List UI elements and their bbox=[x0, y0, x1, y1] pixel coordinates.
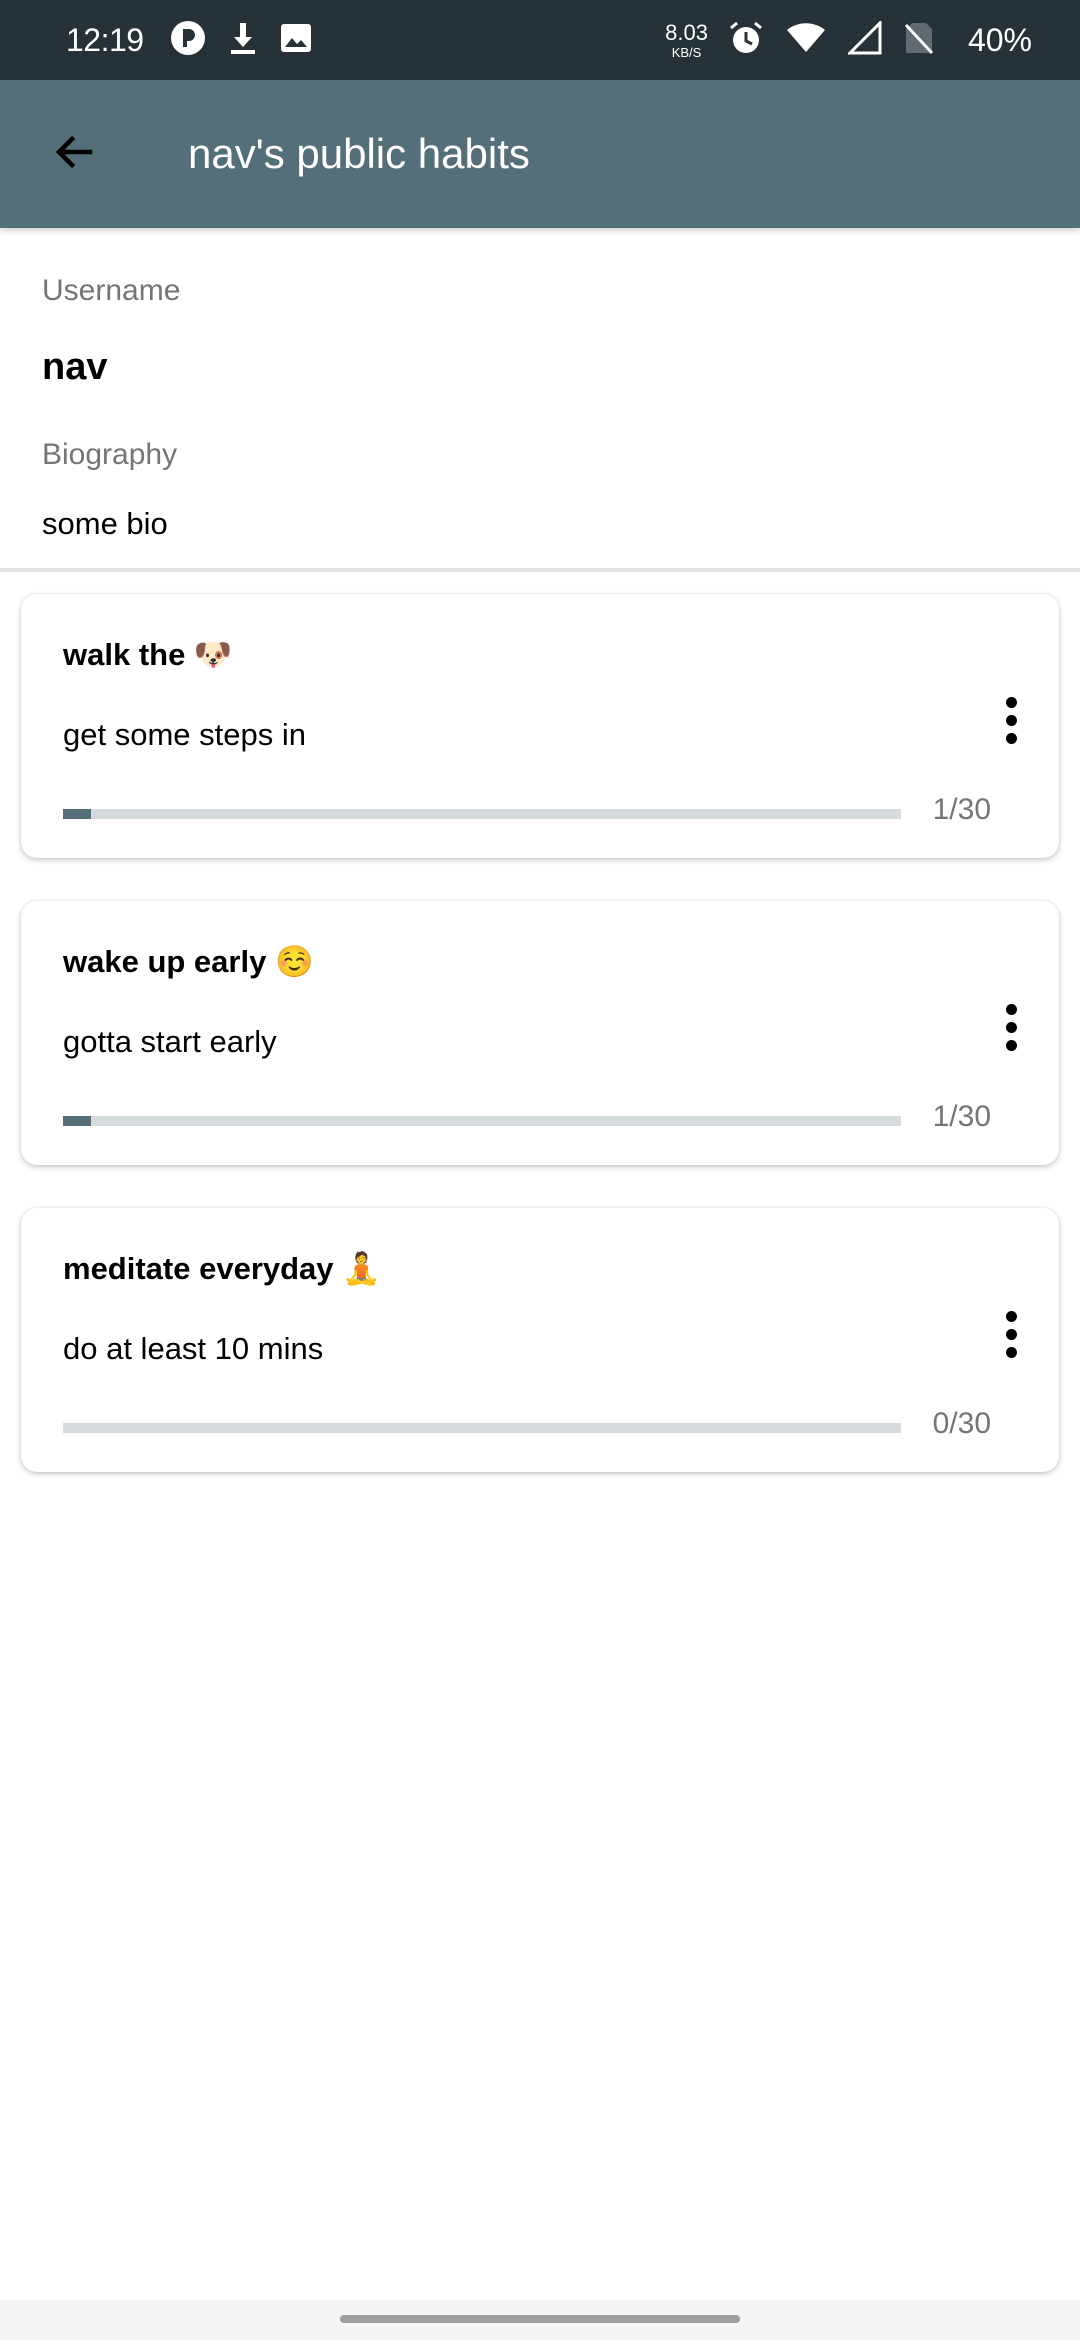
habit-progress-bar bbox=[63, 1116, 901, 1126]
arrow-back-icon bbox=[50, 128, 98, 181]
habit-title: meditate everyday 🧘 bbox=[63, 1251, 381, 1286]
more-vert-icon bbox=[1005, 1310, 1017, 1322]
home-gesture-handle[interactable] bbox=[340, 2315, 740, 2323]
habit-title: wake up early ☺️ bbox=[63, 944, 314, 979]
network-speed-value: 8.03 bbox=[665, 19, 708, 45]
network-speed: 8.03 KB/S bbox=[665, 19, 708, 60]
network-speed-unit: KB/S bbox=[671, 44, 702, 60]
more-options-button[interactable] bbox=[987, 1294, 1035, 1374]
habit-card[interactable]: wake up early ☺️ gotta start early 1/30 bbox=[21, 901, 1059, 1165]
section-divider bbox=[0, 568, 1080, 572]
habit-progress-bar bbox=[63, 809, 901, 819]
alarm-icon bbox=[728, 20, 764, 61]
habit-progress-bar bbox=[63, 1423, 901, 1433]
biography-label: Biography bbox=[42, 438, 178, 471]
username-value: nav bbox=[42, 346, 108, 388]
app-screen: 12:19 8.03 KB/S 40% nav's public habits … bbox=[0, 0, 1080, 2340]
habit-progress-fill bbox=[63, 1116, 91, 1126]
page-title: nav's public habits bbox=[188, 130, 530, 177]
more-vert-icon bbox=[1005, 696, 1017, 708]
more-vert-icon bbox=[1005, 1003, 1017, 1015]
more-options-button[interactable] bbox=[987, 987, 1035, 1067]
status-time: 12:19 bbox=[66, 21, 144, 58]
habit-progress-text: 0/30 bbox=[932, 1407, 991, 1440]
app-notification-icon bbox=[170, 20, 206, 61]
habit-progress-fill bbox=[63, 809, 91, 819]
habit-card[interactable]: meditate everyday 🧘 do at least 10 mins … bbox=[21, 1208, 1059, 1472]
status-bar: 12:19 8.03 KB/S 40% bbox=[0, 0, 1080, 80]
back-button[interactable] bbox=[0, 80, 148, 228]
system-nav-bar bbox=[0, 2300, 1080, 2340]
habit-progress-text: 1/30 bbox=[932, 1100, 991, 1133]
biography-value: some bio bbox=[42, 506, 168, 541]
download-icon bbox=[228, 21, 258, 60]
cell-signal-icon bbox=[846, 18, 882, 60]
no-sim-icon bbox=[904, 21, 934, 60]
app-bar: nav's public habits bbox=[0, 80, 1080, 228]
username-label: Username bbox=[42, 274, 181, 307]
habit-description: gotta start early bbox=[63, 1024, 277, 1059]
habit-description: get some steps in bbox=[63, 717, 306, 752]
image-icon bbox=[280, 23, 312, 58]
wifi-icon bbox=[786, 22, 826, 59]
profile-section: Username nav Biography some bio bbox=[0, 228, 1080, 570]
habit-description: do at least 10 mins bbox=[63, 1331, 324, 1366]
more-options-button[interactable] bbox=[987, 680, 1035, 760]
habit-card[interactable]: walk the 🐶 get some steps in 1/30 bbox=[21, 594, 1059, 858]
battery-level: 40% bbox=[967, 21, 1032, 58]
habit-title: walk the 🐶 bbox=[63, 637, 233, 672]
habit-progress-text: 1/30 bbox=[932, 793, 991, 826]
